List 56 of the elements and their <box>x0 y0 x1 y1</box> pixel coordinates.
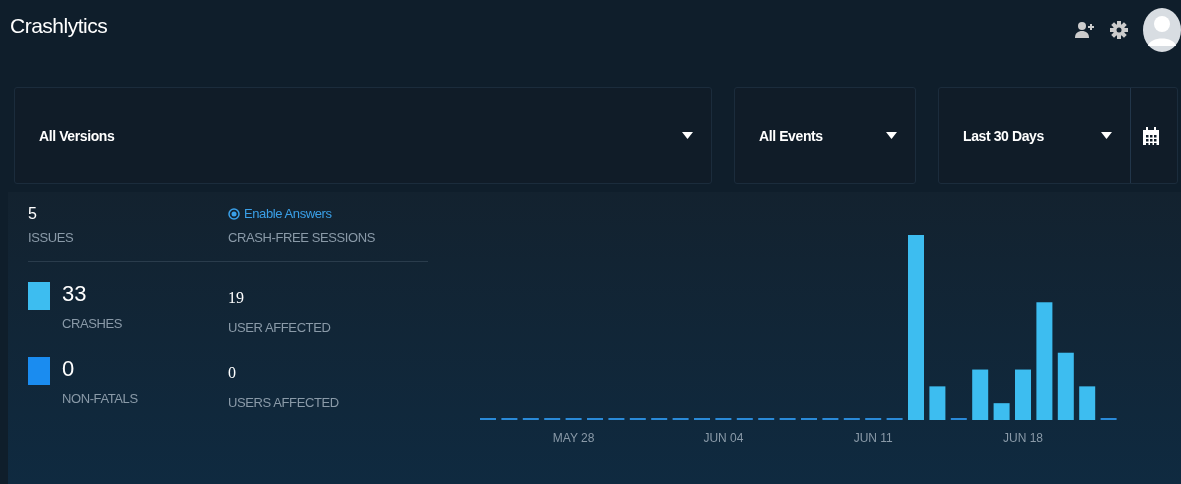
baseline-dash <box>587 418 603 420</box>
chart-bar <box>972 369 989 420</box>
baseline-dash <box>629 418 646 420</box>
caret-icon <box>682 132 693 139</box>
enable-answers-link[interactable]: Enable Answers <box>228 204 428 224</box>
metric-label: CRASHES <box>62 316 123 331</box>
settings-icon[interactable] <box>1109 20 1129 40</box>
chart-bar <box>1079 386 1096 420</box>
caret-icon <box>886 132 897 139</box>
metric-label: NON-FATALS <box>62 391 138 406</box>
calendar-icon[interactable] <box>1143 126 1159 145</box>
radio-icon <box>228 208 240 220</box>
baseline-dash <box>801 418 817 420</box>
add-user-icon[interactable] <box>1075 21 1095 39</box>
users-label: USERS AFFECTED <box>228 395 340 410</box>
chart-bar <box>993 403 1010 420</box>
baseline-dash <box>565 418 582 420</box>
baseline-dash <box>544 418 561 420</box>
axis-label: JUN 11 <box>853 431 893 445</box>
issues-label: ISSUES <box>28 230 75 245</box>
baseline-dash <box>950 418 967 420</box>
baseline-dash <box>501 418 518 420</box>
app-title: Crashlytics <box>10 13 108 38</box>
baseline-dash <box>480 418 496 420</box>
avatar-icon[interactable] <box>1143 8 1181 52</box>
baseline-dash <box>694 418 710 420</box>
axis-label: MAY 28 <box>552 431 595 445</box>
filter-dropdown[interactable]: All Versions <box>14 87 712 184</box>
chart-bar <box>1057 352 1074 420</box>
chart-bar <box>1015 369 1031 420</box>
baseline-dash <box>886 418 903 420</box>
filter-dropdown[interactable]: All Events <box>734 87 916 184</box>
metric-value: 0 <box>62 355 76 383</box>
metric-value: 33 <box>62 280 88 308</box>
baseline-dash <box>736 418 753 420</box>
baseline-dash <box>843 418 860 420</box>
crash-free-label: CRASH-FREE SESSIONS <box>228 230 376 245</box>
users-value: 19 <box>228 288 245 308</box>
axis-label: JUN 18 <box>1003 431 1043 445</box>
baseline-dash <box>822 418 839 420</box>
caret-icon <box>1101 132 1112 139</box>
chart-bar <box>929 386 946 420</box>
baseline-dash <box>715 418 732 420</box>
baseline-dash <box>1100 418 1117 420</box>
filter-dropdown[interactable]: Last 30 Days <box>938 87 1178 184</box>
baseline-dash <box>779 418 796 420</box>
baseline-dash <box>651 418 668 420</box>
baseline-dash <box>758 418 775 420</box>
axis-label: JUN 04 <box>703 431 744 445</box>
baseline-dash <box>672 418 689 420</box>
issues-count: 5 <box>28 204 38 224</box>
baseline-dash <box>865 418 882 420</box>
users-label: USER AFFECTED <box>228 320 332 335</box>
users-value: 0 <box>228 363 237 383</box>
baseline-dash <box>608 418 625 420</box>
baseline-dash <box>522 418 539 420</box>
